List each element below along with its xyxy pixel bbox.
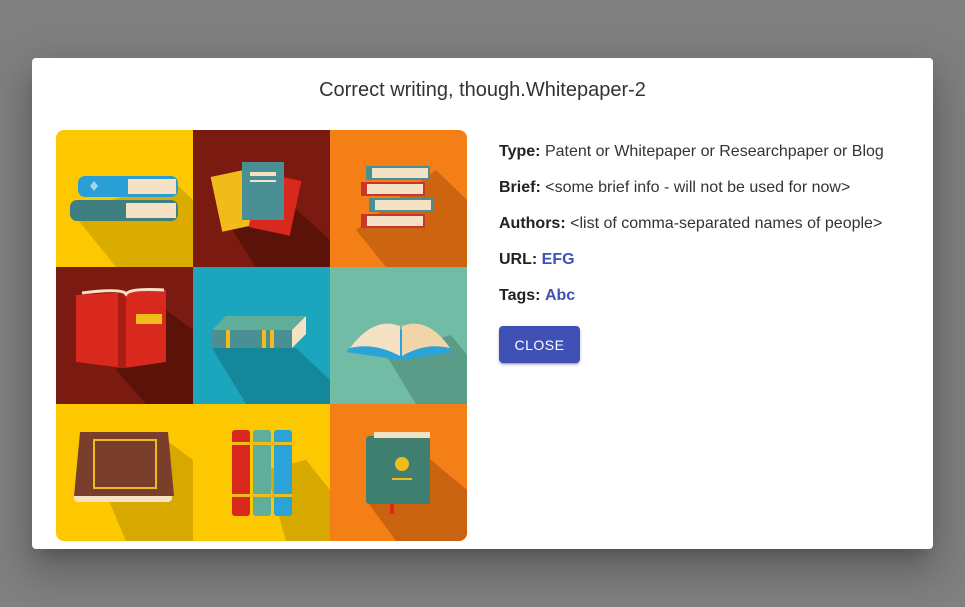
brief-label: Brief:: [499, 179, 541, 196]
document-details-dialog: Correct writing, though.Whitepaper-2 Typ…: [32, 58, 933, 549]
tag-link[interactable]: Abc: [545, 287, 575, 304]
type-value: Patent or Whitepaper or Researchpaper or…: [544, 143, 884, 160]
dialog-title: Correct writing, though.Whitepaper-2: [319, 79, 646, 101]
tags-row: Tags: Abc: [499, 286, 919, 306]
brief-value: <some brief info - will not be used for …: [545, 179, 851, 196]
authors-value: <list of comma-separated names of people…: [570, 215, 883, 232]
details-panel: Type: Patent or Whitepaper or Researchpa…: [499, 142, 919, 322]
type-label: Type:: [499, 143, 541, 160]
url-link[interactable]: EFG: [542, 251, 575, 268]
brief-row: Brief: <some brief info - will not be us…: [499, 178, 919, 198]
type-row: Type: Patent or Whitepaper or Researchpa…: [499, 142, 919, 162]
tags-label: Tags:: [499, 287, 541, 304]
authors-row: Authors: <list of comma-separated names …: [499, 214, 919, 234]
url-label: URL:: [499, 251, 538, 268]
close-button[interactable]: Close: [499, 326, 580, 363]
books-collage-image: [56, 130, 467, 541]
books-collage-icon: [56, 130, 467, 541]
authors-label: Authors:: [499, 215, 566, 232]
url-row: URL: EFG: [499, 250, 919, 270]
